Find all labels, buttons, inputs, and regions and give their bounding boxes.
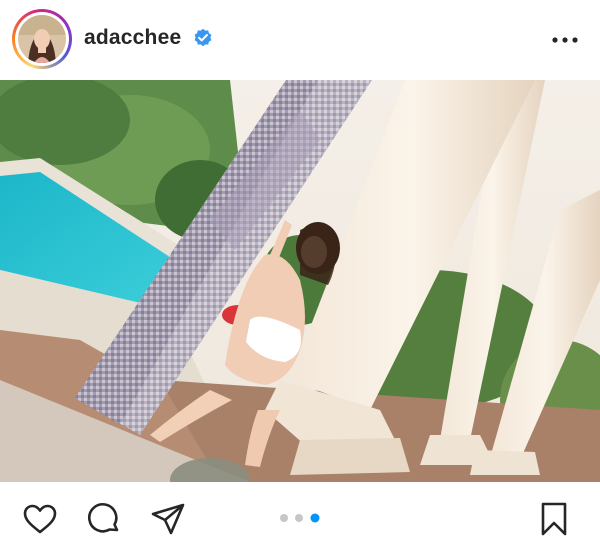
heart-icon[interactable] xyxy=(22,501,58,537)
action-bar xyxy=(0,482,600,545)
comment-icon[interactable] xyxy=(86,501,122,537)
carousel-dot-active xyxy=(310,513,320,523)
more-options-icon[interactable] xyxy=(551,36,579,44)
username[interactable]: adacchee xyxy=(84,26,181,50)
carousel-dot xyxy=(295,514,303,522)
send-icon[interactable] xyxy=(150,501,186,537)
carousel-indicator xyxy=(280,513,320,523)
bookmark-icon[interactable] xyxy=(536,501,572,537)
avatar[interactable] xyxy=(12,9,72,69)
verified-badge-icon xyxy=(194,28,212,47)
carousel-dot xyxy=(280,514,288,522)
post-header: adacchee xyxy=(0,0,600,80)
post-image xyxy=(0,80,600,482)
post-photo[interactable] xyxy=(0,80,600,482)
